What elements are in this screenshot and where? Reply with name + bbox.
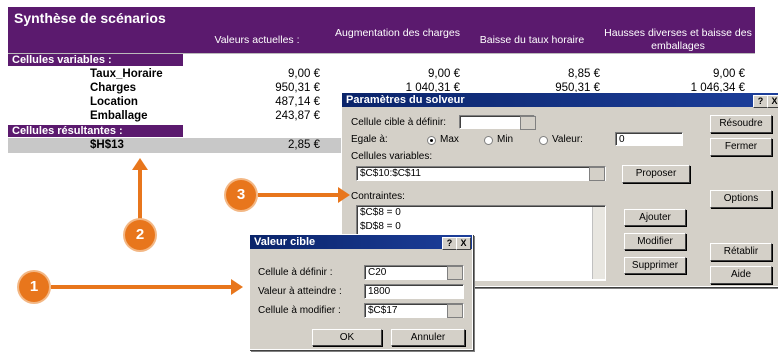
add-button[interactable]: Ajouter	[624, 209, 686, 226]
callout-3: 3	[226, 180, 256, 210]
cell-value: 9,00 €	[428, 68, 460, 80]
cell-value: 950,31 €	[275, 82, 320, 94]
callout-1: 1	[19, 272, 49, 302]
propose-button[interactable]: Proposer	[622, 165, 690, 183]
goalseek-dialog: Valeur cible ? X Cellule à définir : C20…	[249, 234, 473, 350]
close-button[interactable]: X	[456, 237, 471, 250]
goalseek-titlebar: Valeur cible	[250, 235, 472, 249]
collapse-ref-icon[interactable]	[447, 304, 463, 318]
arrow-1	[51, 285, 233, 289]
radio-min[interactable]	[484, 136, 493, 145]
radio-min-label: Min	[497, 134, 514, 145]
list-item[interactable]: $C$8 = 0	[360, 206, 605, 220]
col-header-current: Valeurs actuelles :	[214, 34, 300, 46]
to-value-label: Valeur à atteindre :	[258, 286, 342, 297]
cell-value: 2,85 €	[288, 139, 320, 151]
solver-titlebar: Paramètres du solveur	[342, 93, 778, 107]
ok-button[interactable]: OK	[312, 329, 382, 346]
arrow-2	[138, 168, 142, 220]
change-cell-label: Cellule à modifier :	[258, 305, 341, 316]
row-label-taux: Taux_Horaire	[90, 68, 163, 80]
help-button[interactable]: ?	[442, 237, 457, 250]
list-item[interactable]: $D$8 = 0	[360, 220, 605, 234]
modify-button[interactable]: Modifier	[624, 233, 686, 250]
delete-button[interactable]: Supprimer	[624, 257, 686, 274]
constraints-scrollbar[interactable]	[592, 207, 605, 279]
radio-value-label: Valeur:	[552, 134, 583, 145]
arrow-3	[258, 193, 340, 197]
radio-value[interactable]	[539, 136, 548, 145]
help-dialog-button[interactable]: Aide	[710, 266, 772, 284]
value-field[interactable]: 0	[615, 132, 683, 146]
row-label-charges: Charges	[90, 82, 137, 94]
section-results-label: Cellules résultantes :	[12, 125, 123, 137]
cell-value: 9,00 €	[288, 68, 320, 80]
col-header-charges: Augmentation des charges	[335, 27, 460, 39]
equal-to-label: Egale à:	[351, 134, 388, 145]
row-label-result: $H$13	[90, 139, 124, 151]
collapse-ref-icon[interactable]	[520, 116, 536, 130]
options-button[interactable]: Options	[710, 190, 772, 208]
radio-max[interactable]	[427, 136, 436, 145]
to-value-field[interactable]: 1800	[364, 284, 464, 299]
solver-title: Paramètres du solveur	[346, 94, 465, 106]
close-button[interactable]: X	[767, 95, 778, 108]
cell-value: 8,85 €	[568, 68, 600, 80]
solve-button[interactable]: Résoudre	[710, 115, 772, 133]
target-cell-label: Cellule cible à définir:	[351, 117, 447, 128]
cell-value: 9,00 €	[713, 68, 745, 80]
callout-2: 2	[125, 220, 155, 250]
cell-value: 487,14 €	[275, 96, 320, 108]
set-cell-label: Cellule à définir :	[258, 267, 333, 278]
variable-cells-field[interactable]: $C$10:$C$11	[356, 166, 606, 181]
goalseek-title: Valeur cible	[254, 236, 316, 248]
row-label-emballage: Emballage	[90, 110, 148, 122]
collapse-ref-icon[interactable]	[589, 167, 605, 181]
col-header-misc: Hausses diverses et baisse des emballage…	[604, 27, 752, 52]
collapse-ref-icon[interactable]	[447, 266, 463, 280]
variable-cells-label: Cellules variables:	[351, 151, 433, 162]
arrowhead-2-icon	[132, 158, 148, 170]
close-dialog-button[interactable]: Fermer	[710, 138, 772, 156]
arrowhead-1-icon	[231, 279, 243, 295]
arrowhead-3-icon	[338, 187, 350, 203]
help-button[interactable]: ?	[753, 95, 768, 108]
section-variables-label: Cellules variables :	[12, 54, 112, 66]
cancel-button[interactable]: Annuler	[391, 329, 465, 346]
col-header-hourly: Baisse du taux horaire	[479, 34, 585, 46]
constraints-label: Contraintes:	[351, 191, 405, 202]
reset-button[interactable]: Rétablir	[710, 243, 772, 261]
row-label-location: Location	[90, 96, 138, 108]
cell-value: 243,87 €	[275, 110, 320, 122]
radio-max-label: Max	[440, 134, 459, 145]
sheet-title: Synthèse de scénarios	[14, 10, 166, 26]
